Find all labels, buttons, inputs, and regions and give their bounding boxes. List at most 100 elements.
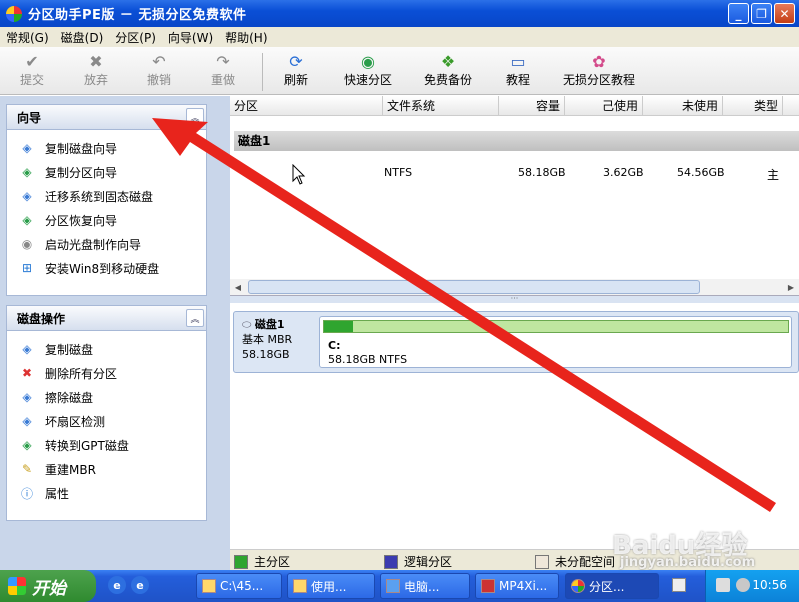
baidu-watermark-url: jingyan.baidu.com xyxy=(620,555,756,570)
task-computer[interactable]: 电脑... xyxy=(380,573,470,599)
toolbar: ✔ 提交 ✖ 放弃 ↶ 撤销 ↷ 重做 ⟳ 刷新 ◉ 快速分区 ❖ 免费备份 ▭… xyxy=(0,47,799,95)
usage-bar-fill xyxy=(324,321,353,332)
clock[interactable]: 10:56 xyxy=(752,578,787,592)
wizard-group-title: 向导 xyxy=(17,110,42,125)
wizard-migrate-ssd[interactable]: ◈ 迁移系统到固态磁盘 xyxy=(19,184,206,208)
quick-partition-icon: ◉ xyxy=(361,51,375,71)
op-delete-all-partitions[interactable]: ✖ 删除所有分区 xyxy=(19,361,206,385)
col-used[interactable]: 己使用 xyxy=(565,96,643,116)
ie-icon[interactable]: e xyxy=(108,576,126,594)
op-rebuild-mbr[interactable]: ✎ 重建MBR xyxy=(19,457,206,481)
op-bad-sector-check[interactable]: ◈ 坏扇区检测 xyxy=(19,409,206,433)
col-unused[interactable]: 未使用 xyxy=(643,96,723,116)
undo-button[interactable]: ↶ 撤销 xyxy=(147,51,171,88)
usage-bar xyxy=(323,320,789,333)
col-capacity[interactable]: 容量 xyxy=(499,96,565,116)
cell-unused: 54.56GB xyxy=(677,166,725,179)
network-icon[interactable] xyxy=(716,578,730,592)
keyboard-icon[interactable] xyxy=(672,578,686,592)
partition-name: C: xyxy=(328,339,341,352)
refresh-button[interactable]: ⟳ 刷新 xyxy=(284,51,308,88)
windows-logo-icon xyxy=(8,577,26,595)
wizard-partition-recovery[interactable]: ◈ 分区恢复向导 xyxy=(19,208,206,232)
task-usage[interactable]: 使用... xyxy=(287,573,375,599)
task-explorer[interactable]: C:\45... xyxy=(196,573,282,599)
column-header: 分区 文件系统 容量 己使用 未使用 类型 xyxy=(230,96,799,116)
volume-icon[interactable] xyxy=(736,578,750,592)
disk-map[interactable]: ⬭ 磁盘1 基本 MBR 58.18GB C: 58.18GB NTFS xyxy=(233,311,799,373)
wizard-bootable-cd[interactable]: ◉ 启动光盘制作向导 xyxy=(19,232,206,256)
copy-partition-icon: ◈ xyxy=(22,165,32,179)
wizard-group-header[interactable]: 向导 ︽ xyxy=(7,105,206,130)
legend-logical: 逻辑分区 xyxy=(384,553,452,570)
commit-button[interactable]: ✔ 提交 xyxy=(20,51,44,88)
scroll-right-icon[interactable]: ▶ xyxy=(783,279,799,295)
migrate-icon: ◈ xyxy=(22,189,32,203)
rebuild-icon: ✎ xyxy=(21,462,33,476)
copy-disk-icon: ◈ xyxy=(22,342,32,356)
disk-ops-group-header[interactable]: 磁盘操作 ︽ xyxy=(7,306,206,331)
recovery-icon: ◈ xyxy=(22,213,32,227)
free-backup-button[interactable]: ❖ 免费备份 xyxy=(424,51,472,88)
menu-partition[interactable]: 分区(P) xyxy=(109,29,162,46)
legend-swatch xyxy=(384,554,398,569)
col-partition[interactable]: 分区 xyxy=(230,96,383,116)
legend-swatch xyxy=(234,554,248,569)
browser-icon[interactable]: e xyxy=(131,576,149,594)
wipe-icon: ◈ xyxy=(22,390,32,404)
system-tray: 10:56 xyxy=(705,570,799,602)
discard-button[interactable]: ✖ 放弃 xyxy=(84,51,108,88)
scrollbar-thumb[interactable] xyxy=(248,280,700,294)
menu-help[interactable]: 帮助(H) xyxy=(219,29,273,46)
partition-block-c[interactable]: C: 58.18GB NTFS xyxy=(319,316,792,368)
disk-ops-group-title: 磁盘操作 xyxy=(17,311,66,326)
col-type[interactable]: 类型 xyxy=(723,96,783,116)
collapse-icon[interactable]: ︽ xyxy=(186,108,204,126)
legend-unallocated: 未分配空间 xyxy=(535,553,615,570)
start-button[interactable]: 开始 xyxy=(0,570,96,602)
redo-icon: ↷ xyxy=(216,51,230,71)
horizontal-scrollbar[interactable]: ◀ ▶ xyxy=(230,279,799,295)
wizard-group: 向导 ︽ ◈ 复制磁盘向导 ◈ 复制分区向导 ◈ 迁移系统到固态磁盘 ◈ 分区恢复向导 … xyxy=(6,104,207,296)
redo-button[interactable]: ↷ 重做 xyxy=(211,51,235,88)
menu-general[interactable]: 常规(G) xyxy=(0,29,55,46)
menu-disk[interactable]: 磁盘(D) xyxy=(55,29,110,46)
tutorial-button[interactable]: ▭ 教程 xyxy=(506,51,530,88)
op-wipe-disk[interactable]: ◈ 擦除磁盘 xyxy=(19,385,206,409)
quick-partition-button[interactable]: ◉ 快速分区 xyxy=(344,51,392,88)
legend-primary: 主分区 xyxy=(234,553,290,570)
collapse-icon[interactable]: ︽ xyxy=(186,309,204,327)
menu-wizard[interactable]: 向导(W) xyxy=(162,29,219,46)
scroll-left-icon[interactable]: ◀ xyxy=(230,279,246,295)
menu-bar: 常规(G) 磁盘(D) 分区(P) 向导(W) 帮助(H) xyxy=(0,27,799,47)
info-icon: ⓘ xyxy=(20,486,33,501)
disk-ops-group: 磁盘操作 ︽ ◈ 复制磁盘 ✖ 删除所有分区 ◈ 擦除磁盘 ◈ 坏扇区检测 ◈ 转换到GP… xyxy=(6,305,207,521)
scan-icon: ◈ xyxy=(22,414,32,428)
toolbar-separator xyxy=(262,53,263,91)
main-area: 分区 文件系统 容量 己使用 未使用 类型 磁盘1 NTFS 58.18GB 3… xyxy=(230,96,799,570)
col-filesystem[interactable]: 文件系统 xyxy=(383,96,499,116)
task-partition-assistant[interactable]: 分区... xyxy=(565,573,659,599)
maximize-button[interactable]: ❐ xyxy=(751,3,772,24)
partition-info: 58.18GB NTFS xyxy=(328,353,408,366)
op-copy-disk[interactable]: ◈ 复制磁盘 xyxy=(19,337,206,361)
op-properties[interactable]: ⓘ 属性 xyxy=(19,481,206,505)
wizard-win8-to-go[interactable]: ⊞ 安装Win8到移动硬盘 xyxy=(19,256,206,280)
op-convert-gpt[interactable]: ◈ 转换到GPT磁盘 xyxy=(19,433,206,457)
left-panel: 向导 ︽ ◈ 复制磁盘向导 ◈ 复制分区向导 ◈ 迁移系统到固态磁盘 ◈ 分区恢复向导 … xyxy=(0,96,230,570)
lossless-tutorial-button[interactable]: ✿ 无损分区教程 xyxy=(563,51,635,88)
lossless-tutorial-icon: ✿ xyxy=(592,51,606,71)
close-button[interactable]: ✕ xyxy=(774,3,795,24)
disk-map-size: 58.18GB xyxy=(242,348,290,361)
convert-icon: ◈ xyxy=(22,438,32,452)
cell-capacity: 58.18GB xyxy=(518,166,566,179)
wizard-copy-partition[interactable]: ◈ 复制分区向导 xyxy=(19,160,206,184)
checkmark-icon: ✔ xyxy=(25,51,39,71)
cd-icon: ◉ xyxy=(21,237,33,251)
app-icon xyxy=(6,5,22,22)
task-mp4[interactable]: MP4Xi... xyxy=(475,573,559,599)
minimize-button[interactable]: _ xyxy=(728,3,749,24)
wizard-copy-disk[interactable]: ◈ 复制磁盘向导 xyxy=(19,136,206,160)
pane-splitter[interactable]: ··· xyxy=(230,295,799,303)
disk-row-header[interactable]: 磁盘1 xyxy=(234,131,799,151)
